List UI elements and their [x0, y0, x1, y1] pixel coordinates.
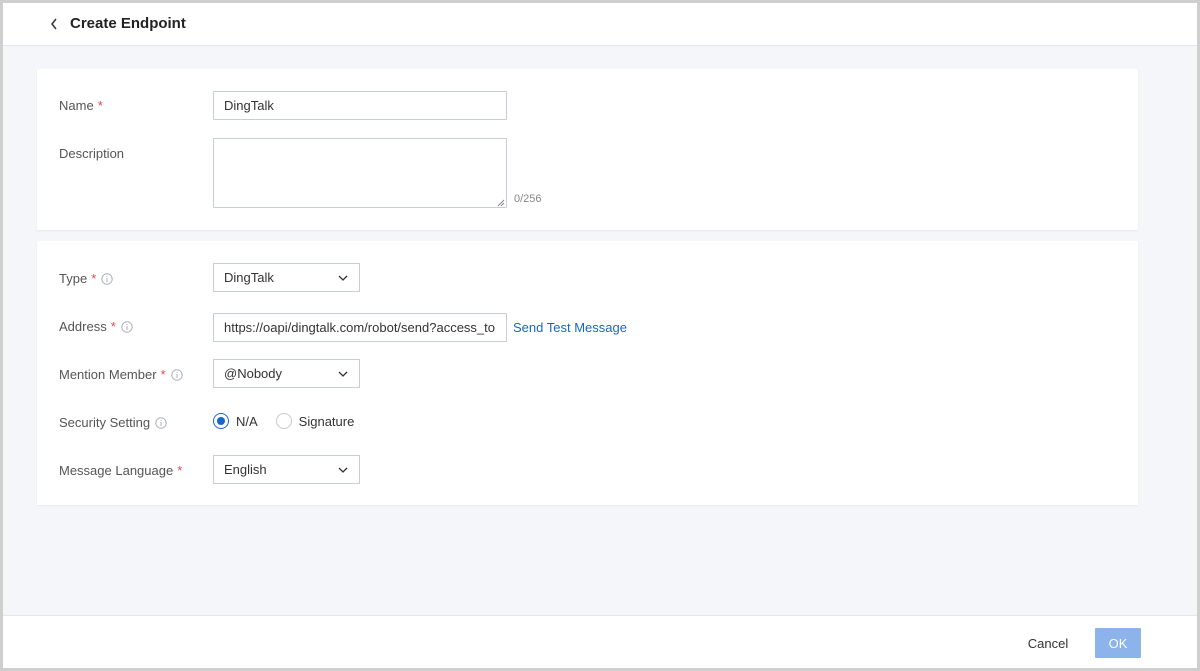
info-circle-icon[interactable]: [121, 320, 133, 333]
address-label-row: Address *: [59, 319, 133, 334]
mention-member-value: @Nobody: [224, 366, 283, 381]
radio-signature[interactable]: Signature: [275, 413, 355, 429]
page-title: Create Endpoint: [70, 15, 186, 32]
message-language-select[interactable]: English: [213, 455, 360, 484]
footer-bar: Cancel OK: [3, 615, 1197, 668]
required-mark: *: [110, 319, 116, 334]
radio-checked-icon: [213, 413, 229, 429]
mention-member-select[interactable]: @Nobody: [213, 359, 360, 388]
security-setting-label: Security Setting: [59, 415, 151, 430]
address-label: Address: [59, 319, 107, 334]
page-header: Create Endpoint: [3, 3, 1197, 46]
type-label: Type: [59, 271, 88, 286]
message-language-label: Message Language: [59, 463, 174, 478]
send-test-message-link[interactable]: Send Test Message: [513, 320, 627, 335]
name-label-row: Name *: [59, 98, 103, 113]
mention-label-row: Mention Member *: [59, 367, 183, 382]
required-mark: *: [177, 463, 183, 478]
info-circle-icon[interactable]: [170, 368, 183, 381]
info-circle-icon[interactable]: [101, 272, 113, 285]
description-label: Description: [59, 146, 125, 161]
chevron-down-icon: [337, 272, 349, 284]
address-input[interactable]: [213, 313, 507, 342]
radio-unchecked-icon: [275, 413, 292, 429]
name-input[interactable]: [213, 91, 507, 120]
mention-member-label: Mention Member: [59, 367, 157, 382]
radio-signature-label: Signature: [298, 413, 355, 429]
info-circle-icon[interactable]: [155, 416, 167, 429]
description-label-row: Description: [59, 146, 124, 161]
type-select-value: DingTalk: [224, 270, 274, 285]
required-mark: *: [97, 98, 103, 113]
description-textarea[interactable]: [213, 138, 507, 208]
security-label-row: Security Setting: [59, 415, 167, 430]
language-label-row: Message Language *: [59, 463, 182, 478]
radio-na-label: N/A: [236, 413, 258, 429]
message-language-value: English: [224, 462, 267, 477]
cancel-button[interactable]: Cancel: [1019, 628, 1077, 658]
name-label: Name: [59, 98, 94, 113]
security-radio-group: N/A Signature: [213, 412, 372, 430]
required-mark: *: [160, 367, 166, 382]
chevron-down-icon: [337, 368, 349, 380]
description-counter: 0/256: [514, 193, 542, 205]
chevron-down-icon: [337, 464, 349, 476]
app-window: Create Endpoint Name * Description 0/256…: [0, 0, 1200, 671]
radio-na[interactable]: N/A: [213, 413, 258, 429]
ok-button[interactable]: OK: [1095, 628, 1141, 658]
required-mark: *: [91, 271, 97, 286]
type-label-row: Type *: [59, 271, 113, 286]
type-select[interactable]: DingTalk: [213, 263, 360, 292]
chevron-left-icon[interactable]: [47, 16, 61, 32]
resize-grip-icon[interactable]: [495, 195, 505, 207]
config-card: Type * DingTalk Address * Send Test Mess…: [37, 241, 1138, 505]
basic-info-card: Name * Description 0/256: [37, 69, 1138, 230]
